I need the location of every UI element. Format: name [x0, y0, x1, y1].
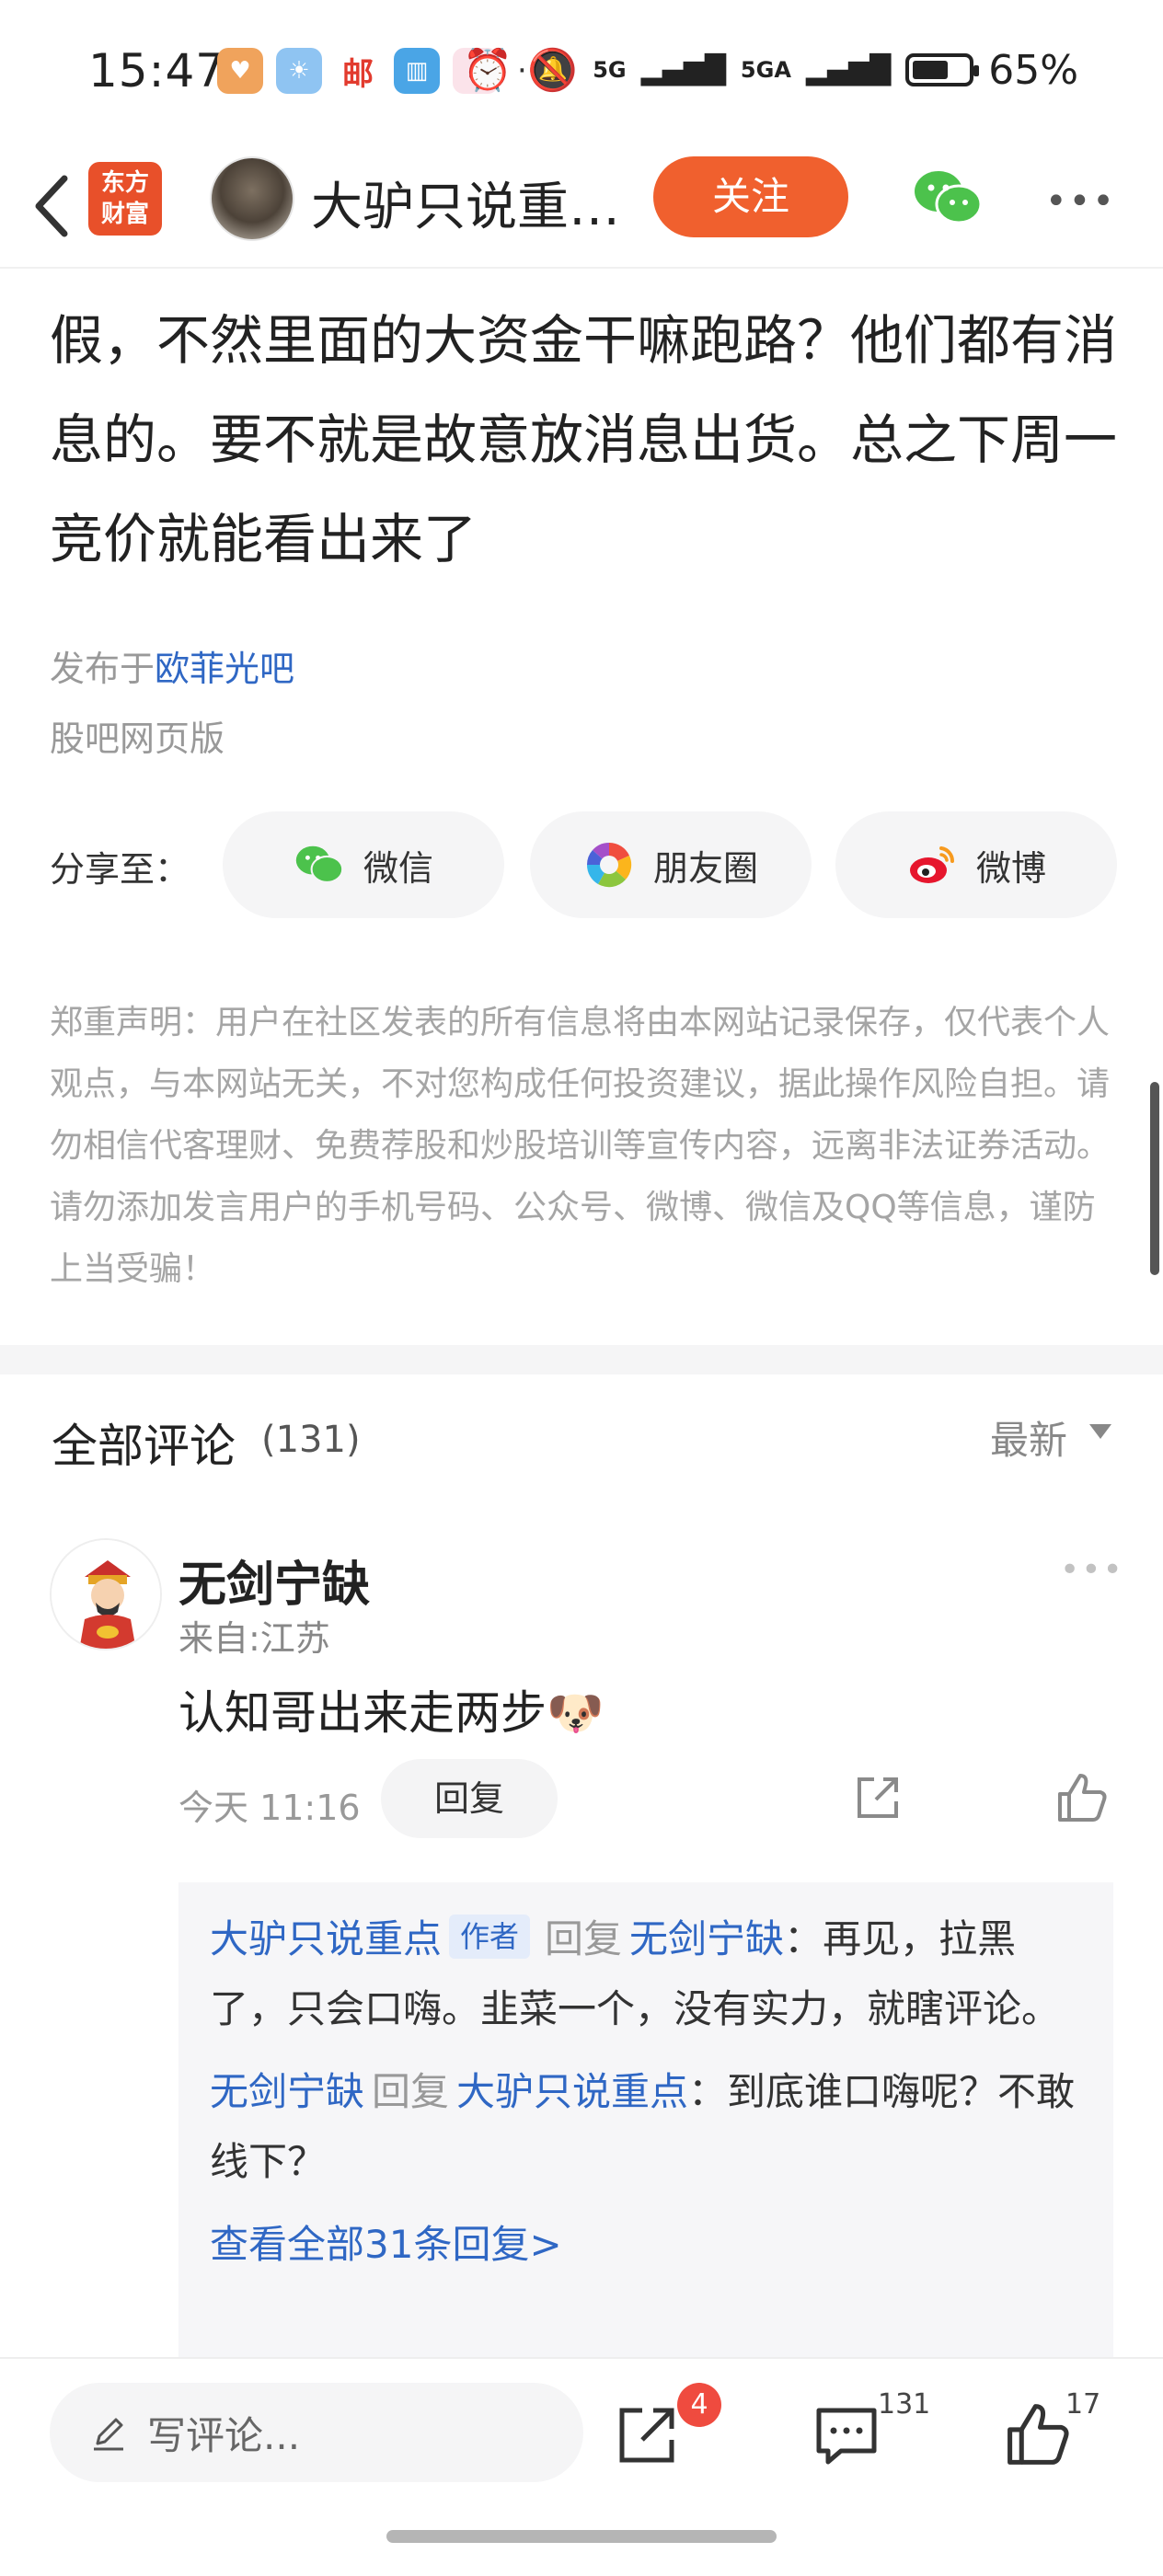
comment-like-button[interactable] — [1054, 1770, 1110, 1825]
section-divider — [0, 1345, 1163, 1374]
comment-count: 131 — [878, 2388, 931, 2421]
reply-button[interactable]: 回复 — [381, 1759, 558, 1838]
reply-item[interactable]: 无剑宁缺 回复 大驴只说重点：到底谁口嗨呢？不敢线下？ — [210, 2057, 1082, 2197]
share-moments-button[interactable]: 朋友圈 — [530, 811, 812, 918]
scrollbar[interactable] — [1150, 1082, 1159, 1275]
comment-time: 今天 11:16 — [178, 1788, 361, 1828]
view-all-replies-link[interactable]: 查看全部31条回复> — [210, 2210, 1082, 2280]
comments-button[interactable] — [813, 2403, 880, 2469]
author-avatar[interactable] — [210, 156, 294, 241]
comment-text: 认知哥出来走两步🐶 — [178, 1686, 605, 1740]
reply-from-user[interactable]: 大驴只说重点 — [210, 1916, 442, 1961]
eastmoney-logo[interactable]: 东方 财富 — [88, 162, 162, 236]
mail-app-icon: 邮 — [342, 55, 374, 93]
chevron-left-icon — [35, 175, 68, 237]
mute-icon: 🔕 — [527, 47, 579, 94]
battery-icon — [905, 53, 980, 86]
commenter-avatar[interactable] — [50, 1538, 162, 1650]
article-body: 假，不然里面的大资金干嘛跑路？他们都有消息的。要不就是故意放消息出货。总之下周一… — [50, 309, 1118, 570]
reply-to-user[interactable]: 无剑宁缺 — [629, 1916, 784, 1961]
author-name[interactable]: 大驴只说重… — [311, 166, 620, 240]
comments-title: 全部评论 — [52, 1420, 236, 1473]
caishen-avatar-icon — [52, 1540, 160, 1649]
more-options-icon[interactable]: ••• — [1045, 180, 1116, 223]
follow-button[interactable]: 关注 — [653, 156, 848, 237]
author-badge: 作者 — [449, 1915, 531, 1959]
comment-share-button[interactable] — [852, 1772, 904, 1823]
sort-dropdown[interactable]: 最新 — [990, 1409, 1067, 1466]
weather-app-icon: ☀ — [276, 48, 322, 94]
comments-count: (131) — [261, 1419, 361, 1461]
status-time: 15:47 — [88, 44, 226, 98]
back-button[interactable] — [28, 169, 83, 243]
caret-down-icon[interactable] — [1089, 1424, 1111, 1439]
signal-bars-icon-2: ▂▄▆█ — [805, 53, 892, 86]
thumbs-up-icon — [1058, 1774, 1107, 1822]
share-out-icon — [858, 1777, 898, 1818]
published-info: 发布于欧菲光吧 — [50, 649, 295, 689]
pen-icon — [94, 2418, 123, 2451]
app-header: 东方 财富 大驴只说重… 关注 ••• — [0, 147, 1163, 269]
health-app-icon: ♥ — [217, 48, 263, 94]
reader-app-icon: ▥ — [394, 48, 440, 94]
weibo-icon — [909, 846, 954, 883]
comment-username[interactable]: 无剑宁缺 — [178, 1546, 370, 1615]
system-status: ⏰ 🔕 5G ▂▄▆█ 5GA ▂▄▆█ 65% — [462, 46, 1078, 95]
battery-percent: 65% — [988, 46, 1078, 94]
alarm-icon: ⏰ — [462, 47, 513, 94]
bottom-action-bar: 写评论... 4 131 17 — [0, 2357, 1163, 2576]
thumbs-up-icon — [1008, 2404, 1069, 2465]
like-button[interactable] — [1003, 2399, 1073, 2469]
reply-to-user[interactable]: 大驴只说重点 — [456, 2069, 688, 2114]
share-weibo-button[interactable]: 微博 — [835, 811, 1117, 918]
write-comment-input[interactable]: 写评论... — [50, 2383, 583, 2482]
signal-bars-icon: ▂▄▆█ — [640, 53, 726, 86]
signal-5g-icon: 5G — [593, 57, 627, 83]
disclaimer-text: 郑重声明：用户在社区发表的所有信息将由本网站记录保存，仅代表个人观点，与本网站无… — [50, 1004, 1111, 1288]
comment-bubble-icon — [816, 2408, 877, 2465]
status-bar: 15:47 ♥ ☀ 邮 ▥ ♫ ··· ⏰ 🔕 5G ▂▄▆█ 5GA ▂▄▆█… — [0, 0, 1163, 147]
wechat-icon — [915, 171, 983, 224]
share-count-badge: 4 — [677, 2383, 721, 2427]
like-count: 17 — [1065, 2388, 1101, 2421]
signal-5ga-icon: 5GA — [740, 57, 791, 83]
share-label: 分享至： — [50, 849, 190, 890]
share-out-icon — [619, 2408, 674, 2463]
home-indicator[interactable] — [386, 2530, 777, 2543]
reply-item[interactable]: 大驴只说重点 作者 回复 无剑宁缺：再见，拉黑了，只会口嗨。韭菜一个，没有实力，就瞎评… — [210, 1904, 1082, 2044]
reply-from-user[interactable]: 无剑宁缺 — [210, 2069, 364, 2114]
wechat-share-button[interactable] — [911, 166, 985, 230]
reply-thread: 大驴只说重点 作者 回复 无剑宁缺：再见，拉黑了，只会口嗨。韭菜一个，没有实力，就瞎评… — [178, 1882, 1113, 2361]
comment-location: 来自:江苏 — [178, 1618, 330, 1659]
comment-more-icon[interactable]: ••• — [1060, 1551, 1124, 1589]
share-button[interactable] — [615, 2401, 681, 2467]
wechat-icon — [295, 845, 344, 883]
share-wechat-button[interactable]: 微信 — [223, 811, 504, 918]
moments-icon — [586, 842, 632, 888]
bar-link[interactable]: 欧菲光吧 — [155, 649, 294, 689]
post-source: 股吧网页版 — [50, 719, 225, 759]
